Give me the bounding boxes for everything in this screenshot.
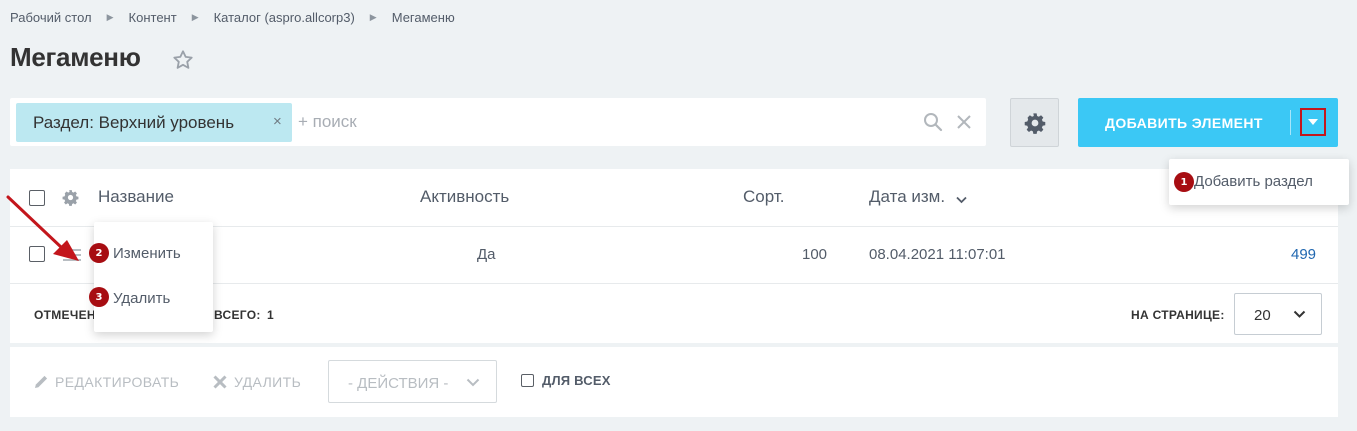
filter-chip-label: Раздел: Верхний уровень (33, 112, 235, 132)
settings-button[interactable] (1010, 98, 1059, 147)
star-icon[interactable] (172, 49, 194, 71)
filter-bar: Раздел: Верхний уровень × (10, 98, 986, 146)
pencil-icon (35, 375, 48, 388)
column-header-date[interactable]: Дата изм. (869, 187, 945, 207)
total-label: ВСЕГО: (214, 308, 261, 322)
total-value: 1 (267, 308, 274, 322)
chevron-down-icon (1293, 310, 1306, 318)
per-page-label: НА СТРАНИЦЕ: (1131, 308, 1225, 322)
actions-select[interactable]: - ДЕЙСТВИЯ - (328, 360, 497, 403)
cell-id-link[interactable]: 499 (1291, 246, 1316, 263)
annotation-arrow-icon (6, 195, 79, 261)
step-badge: 2 (89, 243, 109, 263)
column-header-active[interactable]: Активность (420, 187, 509, 207)
breadcrumb-item-content[interactable]: Контент (129, 10, 177, 25)
for-all-label: ДЛЯ ВСЕХ (542, 373, 611, 388)
chevron-down-icon (466, 378, 480, 387)
add-dropdown-menu: 1 Добавить раздел (1169, 159, 1349, 205)
cell-date: 08.04.2021 11:07:01 (869, 246, 1006, 263)
close-icon (213, 375, 227, 389)
gear-icon (1024, 112, 1045, 134)
column-header-name[interactable]: Название (98, 187, 174, 207)
for-all-toggle[interactable]: ДЛЯ ВСЕХ (521, 373, 611, 388)
step-badge: 1 (1174, 172, 1194, 192)
marked-count-label: ОТМЕЧЕН (34, 308, 96, 322)
delete-button[interactable]: УДАЛИТЬ (212, 374, 301, 390)
per-page-value: 20 (1254, 307, 1271, 324)
caret-down-icon (1308, 119, 1318, 125)
chevron-down-icon (956, 196, 967, 204)
column-header-sort[interactable]: Сорт. (743, 187, 784, 207)
per-page-select[interactable]: 20 (1234, 293, 1322, 335)
actions-placeholder: - ДЕЙСТВИЯ - (348, 375, 449, 392)
cell-sort: 100 (802, 246, 828, 263)
step-badge: 3 (89, 287, 109, 307)
search-input[interactable] (298, 111, 898, 133)
breadcrumb-item-desktop[interactable]: Рабочий стол (10, 10, 92, 25)
page-title: Мегаменю (10, 42, 141, 72)
add-element-button[interactable]: ДОБАВИТЬ ЭЛЕМЕНТ (1078, 98, 1338, 147)
action-panel: РЕДАКТИРОВАТЬ УДАЛИТЬ - ДЕЙСТВИЯ - ДЛЯ В… (10, 347, 1338, 417)
chevron-right-icon: ▶ (369, 11, 377, 22)
edit-label: РЕДАКТИРОВАТЬ (55, 374, 180, 390)
menu-item-delete[interactable]: Удалить (113, 290, 170, 307)
row-context-menu: 2 Изменить 3 Удалить (89, 222, 213, 332)
add-dropdown-toggle[interactable] (1300, 108, 1326, 136)
menu-item-add-section[interactable]: Добавить раздел (1194, 173, 1313, 190)
add-element-label: ДОБАВИТЬ ЭЛЕМЕНТ (1105, 115, 1263, 131)
search-icon[interactable] (923, 112, 943, 132)
breadcrumb-item-megamenu[interactable]: Мегаменю (392, 10, 455, 25)
chevron-right-icon: ▶ (106, 11, 114, 22)
grid-header: Название Активность Сорт. Дата изм. (10, 169, 1338, 227)
close-icon[interactable]: × (273, 114, 282, 129)
chevron-right-icon: ▶ (191, 11, 199, 22)
for-all-checkbox[interactable] (521, 374, 534, 387)
filter-chip[interactable]: Раздел: Верхний уровень (16, 103, 292, 142)
clear-icon[interactable] (955, 113, 973, 131)
button-divider (1290, 110, 1291, 135)
edit-button[interactable]: РЕДАКТИРОВАТЬ (33, 374, 179, 390)
breadcrumb-item-catalog[interactable]: Каталог (aspro.allcorp3) (214, 10, 355, 25)
cell-active: Да (477, 246, 496, 263)
menu-item-edit[interactable]: Изменить (113, 245, 181, 262)
breadcrumb: Рабочий стол ▶ Контент ▶ Каталог (aspro.… (10, 9, 455, 25)
delete-label: УДАЛИТЬ (234, 374, 302, 390)
